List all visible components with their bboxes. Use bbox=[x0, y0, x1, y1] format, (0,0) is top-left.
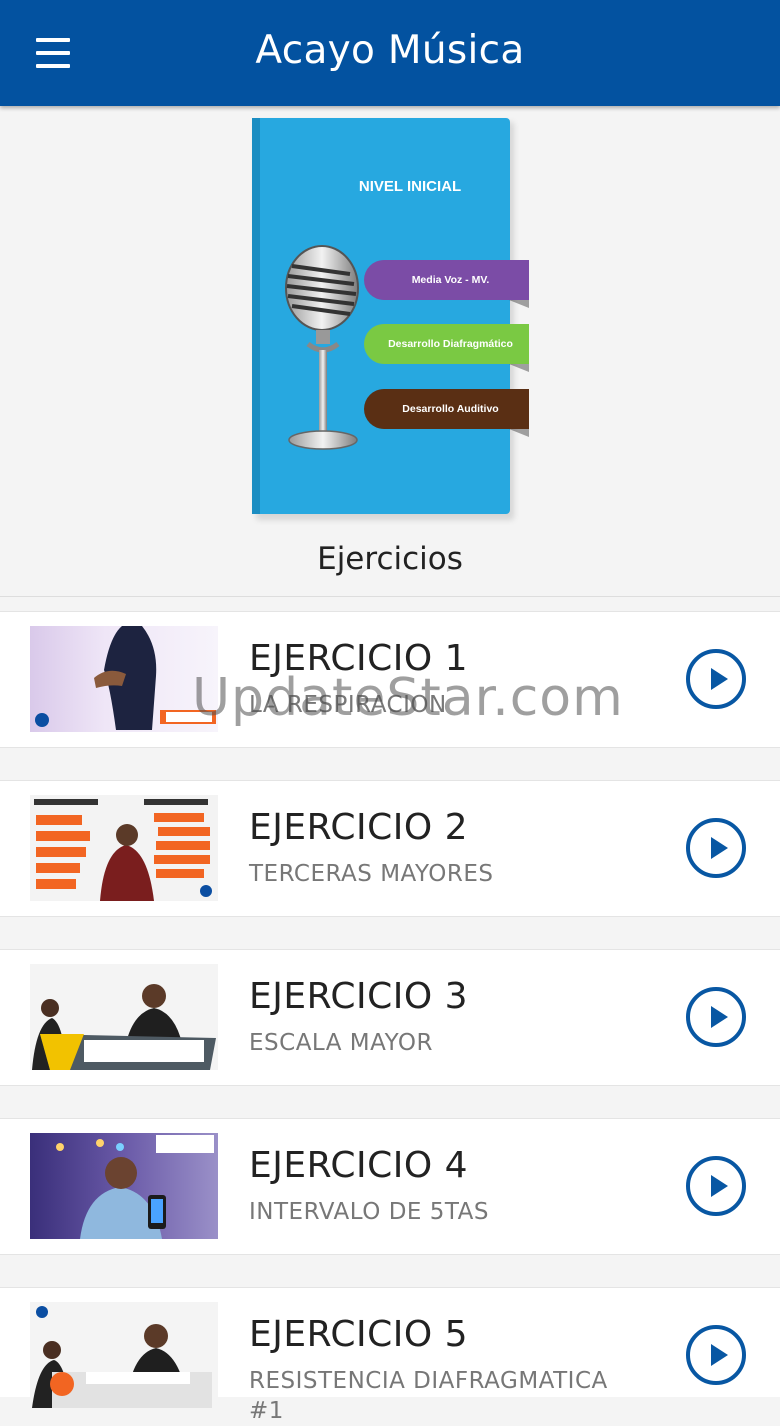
play-icon[interactable] bbox=[686, 649, 746, 709]
exercise-subtitle: ESCALA MAYOR bbox=[249, 1030, 433, 1056]
play-icon[interactable] bbox=[686, 1325, 746, 1385]
exercise-thumbnail bbox=[30, 795, 218, 901]
watermark: UpdateStar.com bbox=[192, 668, 624, 728]
exercise-subtitle: TERCERAS MAYORES bbox=[249, 861, 494, 887]
divider bbox=[0, 596, 780, 597]
exercise-subtitle: RESISTENCIA DIAFRAGMATICA #1 bbox=[249, 1368, 608, 1424]
tab-desarrollo-diafragmatico: Desarrollo Diafragmático bbox=[364, 324, 529, 372]
tab-media-voz: Media Voz - MV. bbox=[364, 260, 529, 308]
app-title: Acayo Música bbox=[255, 28, 525, 73]
exercise-thumbnail bbox=[30, 626, 218, 732]
exercise-thumbnail bbox=[30, 1133, 218, 1239]
tab-desarrollo-auditivo: Desarrollo Auditivo bbox=[364, 389, 529, 437]
exercise-item-4[interactable]: EJERCICIO 4 INTERVALO DE 5TAS bbox=[0, 1118, 780, 1255]
play-icon[interactable] bbox=[686, 1156, 746, 1216]
app-header: Acayo Música bbox=[0, 0, 780, 106]
exercise-item-5[interactable]: EJERCICIO 5 RESISTENCIA DIAFRAGMATICA #1 bbox=[0, 1287, 780, 1424]
exercise-title: EJERCICIO 5 bbox=[249, 1314, 469, 1355]
exercise-thumbnail bbox=[30, 1302, 218, 1408]
exercise-title: EJERCICIO 4 bbox=[249, 1145, 469, 1186]
microphone-icon bbox=[285, 245, 359, 450]
play-icon[interactable] bbox=[686, 818, 746, 878]
exercise-subtitle: INTERVALO DE 5TAS bbox=[249, 1199, 489, 1225]
book-spine bbox=[252, 118, 260, 514]
exercise-thumbnail bbox=[30, 964, 218, 1070]
exercise-item-2[interactable]: EJERCICIO 2 TERCERAS MAYORES bbox=[0, 780, 780, 917]
exercise-title: EJERCICIO 2 bbox=[249, 807, 469, 848]
exercise-item-3[interactable]: EJERCICIO 3 ESCALA MAYOR bbox=[0, 949, 780, 1086]
section-title: Ejercicios bbox=[317, 541, 463, 577]
level-book-cover[interactable]: NIVEL INICIAL Media Voz - MV. Desarrollo… bbox=[250, 118, 540, 520]
book-title: NIVEL INICIAL bbox=[358, 178, 462, 195]
exercise-title: EJERCICIO 3 bbox=[249, 976, 469, 1017]
play-icon[interactable] bbox=[686, 987, 746, 1047]
